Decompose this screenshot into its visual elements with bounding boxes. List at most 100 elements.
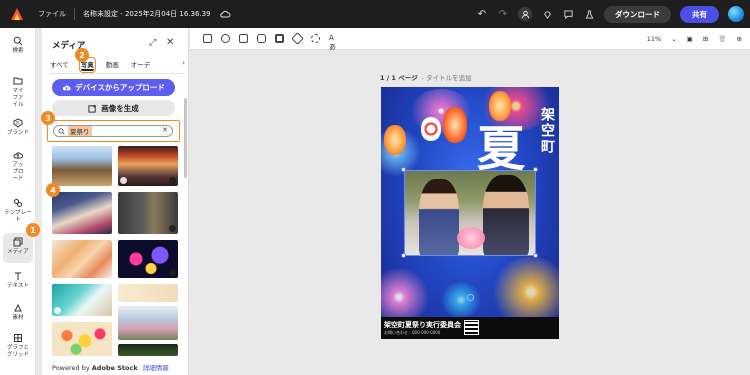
rail-label: ブランド <box>6 130 29 136</box>
rail-label: メディア <box>7 249 29 255</box>
generate-image-button[interactable]: 画像を生成 <box>52 100 175 116</box>
document-title[interactable]: 名称未設定 - 2025年2月04日 16.36.39 <box>83 9 211 19</box>
image-result[interactable] <box>118 344 178 356</box>
rail-item-upload[interactable]: アップロード <box>0 150 36 183</box>
layers-icon[interactable] <box>291 32 304 45</box>
step-badge-1: 1 <box>26 223 40 237</box>
folder-icon <box>13 77 23 85</box>
clear-icon[interactable]: ✕ <box>162 126 168 134</box>
adobe-express-logo-icon[interactable] <box>10 7 24 21</box>
search-icon <box>58 127 65 135</box>
image-result[interactable] <box>118 306 178 340</box>
rail-label: テキスト <box>7 283 29 289</box>
resize-handle[interactable] <box>401 167 406 172</box>
resize-handle[interactable] <box>401 253 406 258</box>
rail-label: グラフとグリッド <box>6 345 29 358</box>
person-graphic <box>483 175 529 255</box>
pages-icon[interactable]: ▣ <box>687 35 693 43</box>
poster-canvas[interactable]: 夏 來 架空町 ⇆ 置換 ⌗ 🗑 ••• 架空町夏祭り実行委員会 お問い合わせ：… <box>381 87 559 339</box>
page-number: 1 / 1 ページ <box>380 74 418 82</box>
grid-view-icon[interactable]: ⊞ <box>703 35 708 43</box>
frame-icon[interactable] <box>275 34 284 43</box>
download-button[interactable]: ダウンロード <box>604 5 671 23</box>
step-badge-2: 2 <box>75 48 89 62</box>
rail-item-charts-grids[interactable]: グラフとグリッド <box>0 333 36 359</box>
image-result[interactable] <box>52 192 112 234</box>
image-result[interactable] <box>118 146 178 186</box>
rail-label: マイファイル <box>12 88 24 108</box>
tab-all[interactable]: すべて <box>50 59 69 72</box>
undo-icon[interactable]: ↶ <box>476 8 488 20</box>
scrollbar[interactable] <box>184 98 187 178</box>
flask-icon[interactable] <box>583 8 595 20</box>
resize-handle[interactable] <box>533 167 538 172</box>
animation-icon[interactable] <box>239 34 248 43</box>
firework-graphic <box>441 282 481 318</box>
delete-icon[interactable]: 🗑 <box>718 35 726 43</box>
rail-item-my-files[interactable]: マイファイル <box>0 76 36 109</box>
image-result[interactable] <box>118 284 178 302</box>
rail-label: 検索 <box>12 48 24 54</box>
chevron-right-icon[interactable]: › <box>182 59 185 67</box>
selected-photo[interactable] <box>404 170 536 256</box>
rail-item-template[interactable]: テンプレート <box>0 198 36 224</box>
premium-icon <box>169 269 176 276</box>
powered-by-adobe-stock: Powered by Adobe Stock 詳細情報 <box>52 362 169 372</box>
rail-item-media[interactable]: メディア <box>3 233 33 263</box>
rail-item-text[interactable]: テキスト <box>0 271 36 290</box>
share-button[interactable]: 共有 <box>680 5 719 23</box>
rail-item-shapes[interactable]: 素材 <box>0 303 36 322</box>
zoom-level[interactable]: 11% <box>647 35 661 43</box>
redo-icon[interactable]: ↷ <box>497 8 509 20</box>
premium-icon <box>169 225 176 232</box>
search-input[interactable]: 夏祭り ✕ <box>53 125 173 137</box>
contact-info[interactable]: お問い合わせ：000-000-0000 <box>384 330 440 336</box>
image-result[interactable] <box>118 192 178 234</box>
generate-image-icon <box>88 103 97 113</box>
add-title-link[interactable]: - タイトルを追加 <box>422 74 472 82</box>
invite-user-icon[interactable] <box>518 7 532 21</box>
rail-item-search[interactable]: 検索 <box>0 36 36 55</box>
effects-icon[interactable] <box>311 34 320 43</box>
shape-icon[interactable] <box>257 34 266 43</box>
rail-item-brand[interactable]: B ブランド <box>0 118 36 137</box>
checkmark-icon <box>120 177 127 184</box>
add-page-icon[interactable]: ⊕ <box>737 35 742 43</box>
image-result[interactable] <box>52 322 112 356</box>
location-pin-icon[interactable] <box>541 8 553 20</box>
qr-code-icon <box>464 320 479 335</box>
brand-icon: B <box>13 118 23 128</box>
file-menu[interactable]: ファイル <box>38 9 66 19</box>
tab-videos[interactable]: 動画 <box>106 59 119 72</box>
canvas-toolbar: Aあ 11% ⌄ ▣ ⊞ 🗑 ⊕ <box>190 28 750 51</box>
svg-text:B: B <box>16 121 19 126</box>
organizer-name[interactable]: 架空町夏祭り実行委員会 <box>384 320 461 330</box>
template-icon <box>14 199 22 207</box>
poster-footer[interactable]: 架空町夏祭り実行委員会 お問い合わせ：000-000-0000 <box>381 317 559 339</box>
details-link[interactable]: 詳細情報 <box>143 364 169 372</box>
comment-icon[interactable] <box>562 8 574 20</box>
title-char-summer[interactable]: 夏 <box>477 109 525 179</box>
canvas-area: Aあ 11% ⌄ ▣ ⊞ 🗑 ⊕ 1 / 1 ページ - タイトルを追加 夏 來… <box>190 28 750 375</box>
upload-from-device-button[interactable]: デバイスからアップロード <box>52 79 175 96</box>
page-indicator: 1 / 1 ページ - タイトルを追加 <box>380 72 472 82</box>
expand-icon[interactable]: ⤢ <box>149 38 156 48</box>
close-icon[interactable]: ✕ <box>166 37 174 48</box>
media-icon <box>13 237 23 247</box>
divider <box>74 8 75 20</box>
color-palette-icon[interactable] <box>221 34 230 43</box>
chevron-down-icon[interactable]: ⌄ <box>671 35 676 43</box>
translate-icon[interactable]: Aあ <box>329 34 338 51</box>
tab-audio[interactable]: オーデ <box>131 59 151 72</box>
resize-handle[interactable] <box>533 253 538 258</box>
image-result[interactable] <box>52 284 112 316</box>
vertical-town-name[interactable]: 架空町 <box>537 107 557 155</box>
rotate-handle-icon[interactable] <box>467 294 474 301</box>
avatar[interactable] <box>728 6 744 22</box>
lantern-graphic <box>443 107 467 143</box>
image-result[interactable] <box>52 146 112 186</box>
image-result[interactable] <box>52 240 112 278</box>
lantern-graphic <box>384 125 406 155</box>
image-result[interactable] <box>118 240 178 278</box>
resize-icon[interactable] <box>203 34 212 43</box>
